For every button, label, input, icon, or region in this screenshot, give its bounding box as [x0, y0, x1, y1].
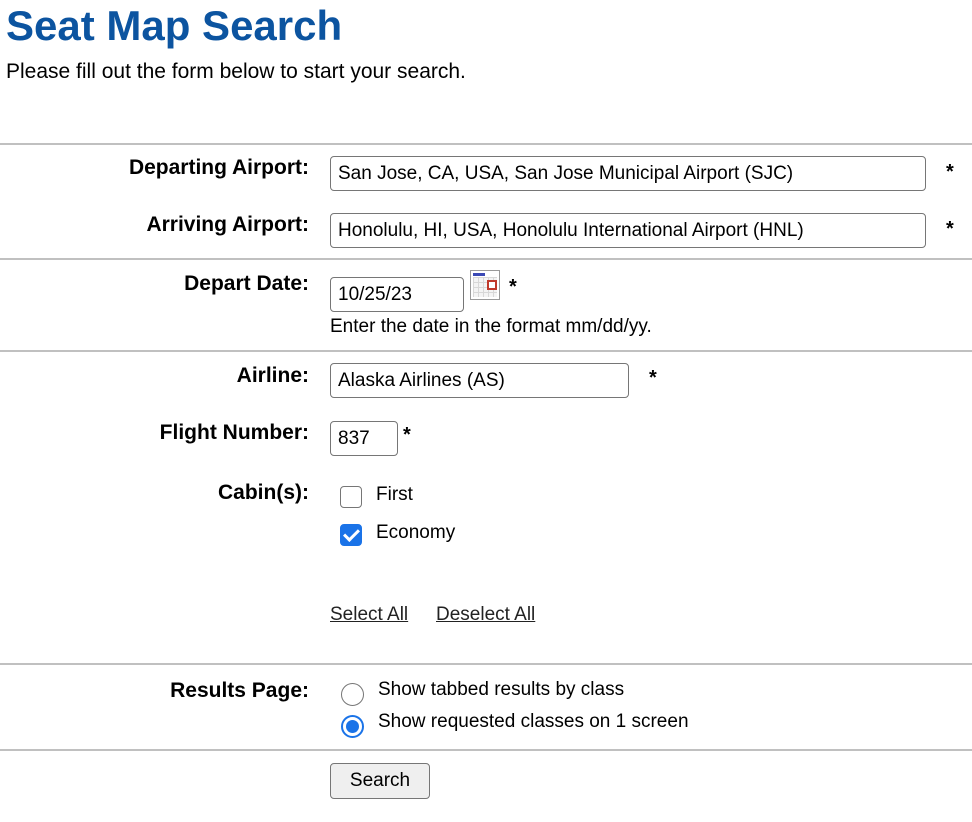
deselect-all-link[interactable]: Deselect All [436, 604, 535, 626]
cabin-economy-label: Economy [376, 522, 456, 543]
cabin-first-checkbox[interactable] [340, 486, 362, 508]
cabins-label: Cabin(s): [218, 481, 309, 504]
arriving-airport-input[interactable] [330, 213, 926, 248]
date-format-hint: Enter the date in the format mm/dd/yy. [330, 316, 652, 337]
page-title: Seat Map Search [6, 2, 343, 49]
divider [0, 663, 972, 665]
departing-airport-input[interactable] [330, 156, 926, 191]
required-asterisk: * [946, 218, 954, 240]
divider [0, 258, 972, 260]
divider [0, 749, 972, 751]
results-tabbed-radio[interactable] [341, 683, 364, 706]
divider [0, 350, 972, 352]
flight-number-input[interactable] [330, 421, 398, 456]
cabin-first-label: First [376, 484, 413, 505]
divider [0, 143, 972, 145]
results-tabbed-label: Show tabbed results by class [378, 679, 625, 700]
airline-label: Airline: [236, 364, 309, 387]
results-one-screen-radio[interactable] [341, 715, 364, 738]
results-one-screen-label: Show requested classes on 1 screen [378, 711, 689, 732]
results-page-label: Results Page: [170, 679, 309, 702]
select-all-link[interactable]: Select All [330, 604, 408, 626]
cabin-economy-checkbox[interactable] [340, 524, 362, 546]
page-subtitle: Please fill out the form below to start … [6, 60, 466, 83]
required-asterisk: * [649, 367, 657, 389]
airline-input[interactable] [330, 363, 629, 398]
flight-number-label: Flight Number: [159, 421, 309, 444]
required-asterisk: * [509, 276, 517, 298]
depart-date-label: Depart Date: [184, 272, 309, 295]
calendar-icon[interactable] [470, 270, 500, 300]
departing-airport-label: Departing Airport: [128, 156, 309, 179]
depart-date-input[interactable] [330, 277, 464, 312]
arriving-airport-label: Arriving Airport: [146, 213, 309, 236]
search-button[interactable]: Search [330, 763, 430, 799]
required-asterisk: * [946, 161, 954, 183]
required-asterisk: * [403, 424, 411, 446]
